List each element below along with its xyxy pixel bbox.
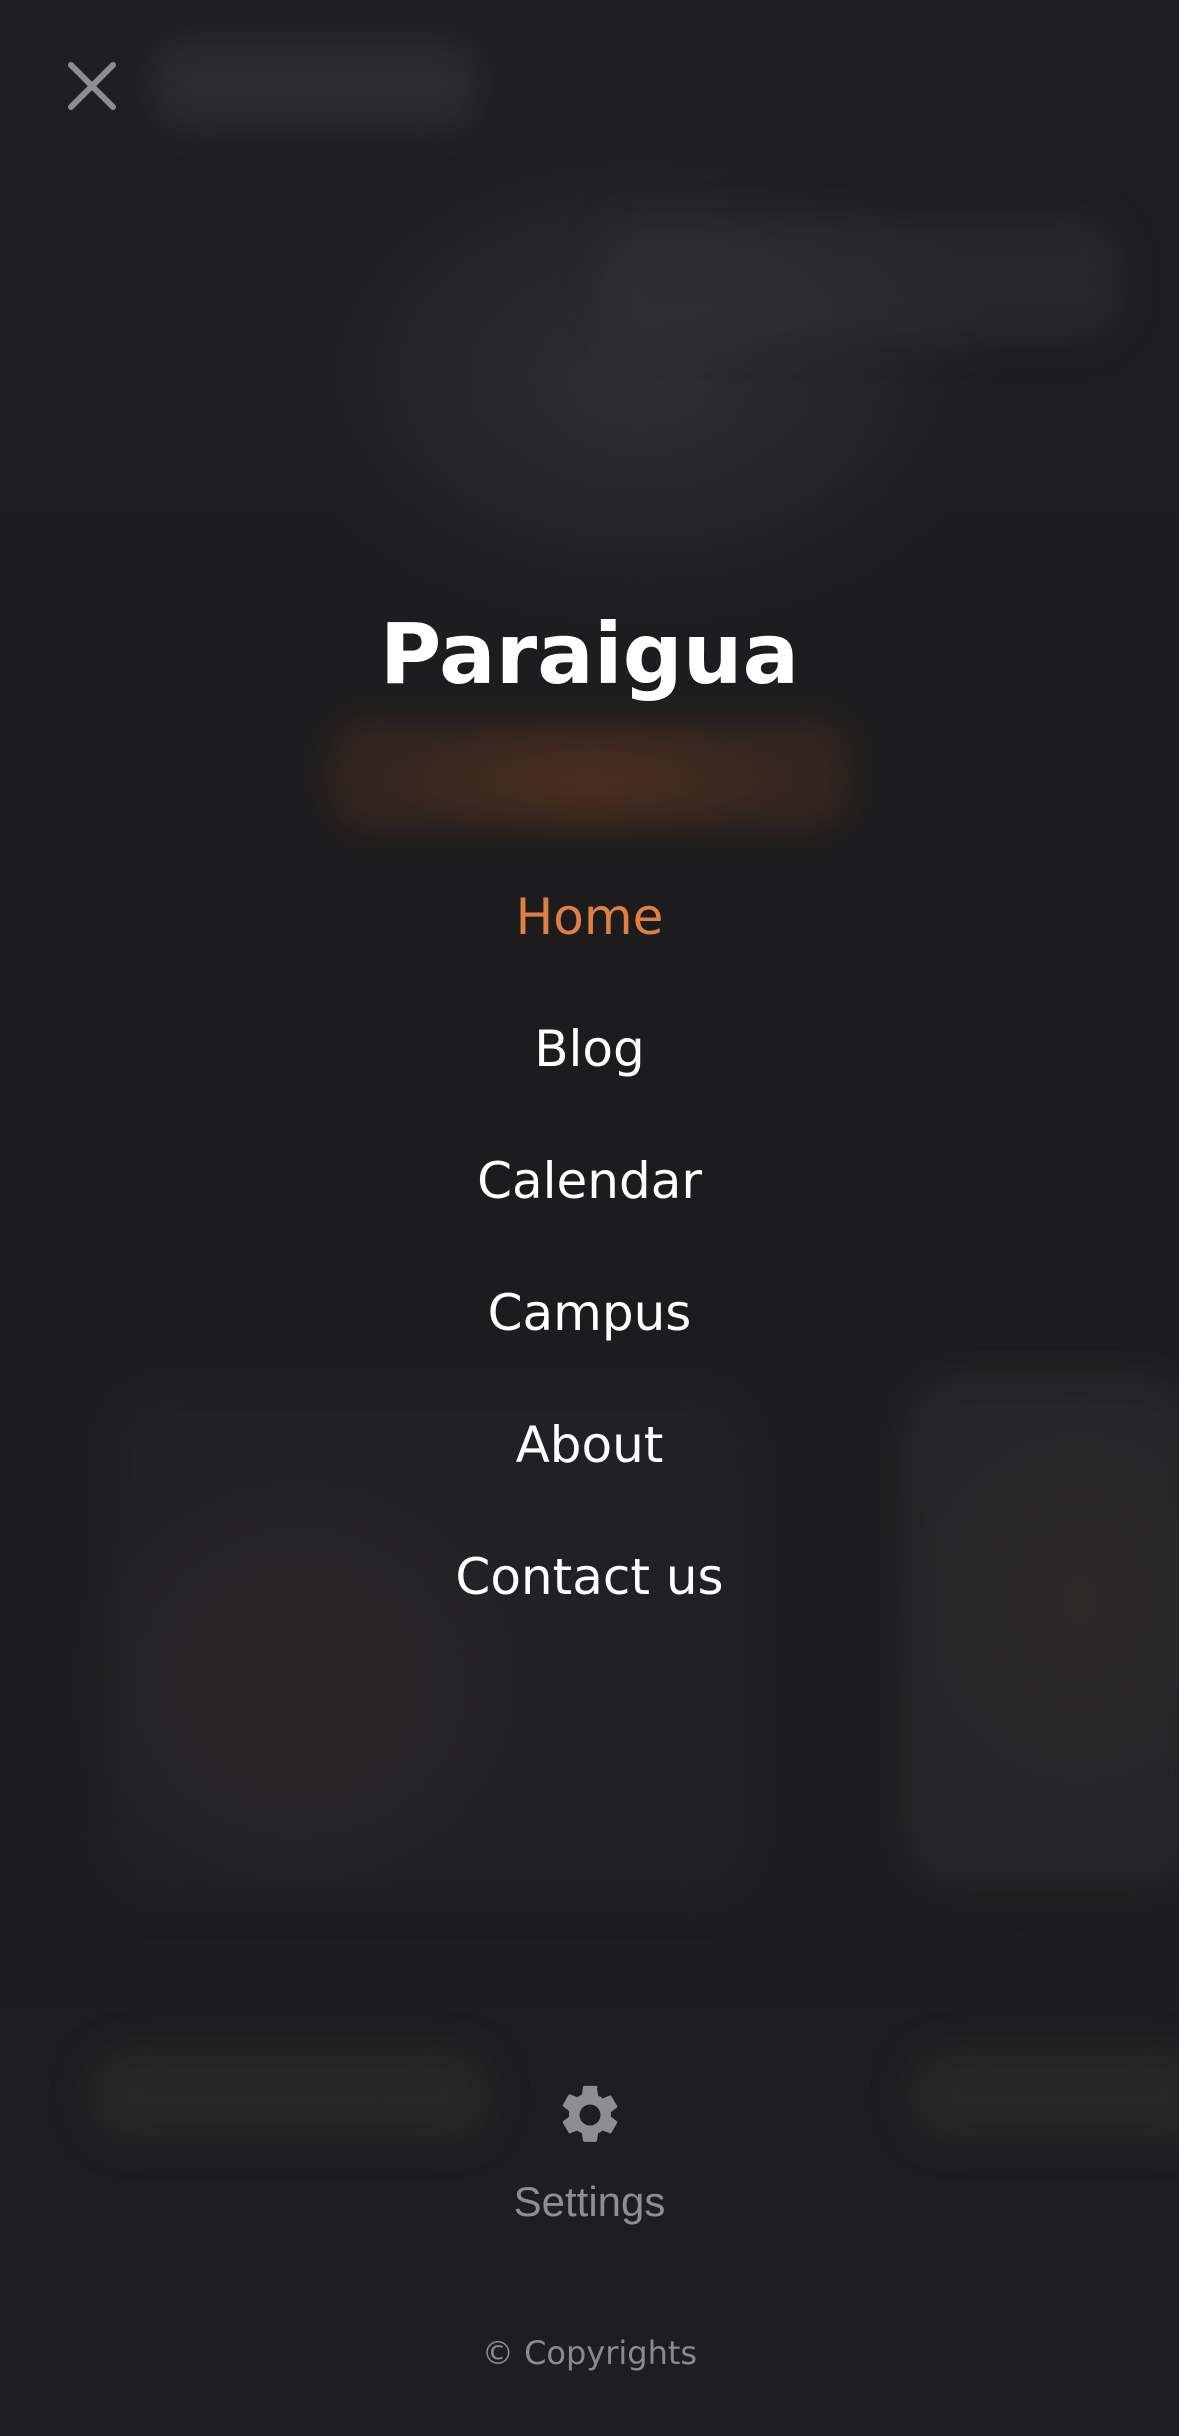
menu-item-contact-us[interactable]: Contact us (455, 1535, 723, 1667)
menu-item-calendar[interactable]: Calendar (477, 1139, 702, 1271)
close-menu-button[interactable] (52, 46, 132, 126)
blurred-backdrop (150, 40, 480, 130)
menu-item-about[interactable]: About (516, 1403, 664, 1535)
close-icon (68, 62, 116, 110)
copyright-text: © Copyrights (481, 2334, 698, 2372)
gear-icon (562, 2085, 617, 2142)
settings-button[interactable]: Settings (0, 2080, 1179, 2226)
blurred-backdrop (600, 220, 1120, 340)
menu-item-blog[interactable]: Blog (534, 1007, 645, 1139)
settings-label: Settings (513, 2178, 666, 2225)
menu-overlay: Paraigua Home Blog Calendar Campus About… (0, 0, 1179, 2436)
menu-item-campus[interactable]: Campus (488, 1271, 692, 1403)
brand-title: Paraigua (379, 605, 800, 703)
menu-item-home[interactable]: Home (516, 875, 664, 1007)
main-menu: Home Blog Calendar Campus About Contact … (0, 875, 1179, 1667)
blurred-backdrop (330, 720, 850, 830)
